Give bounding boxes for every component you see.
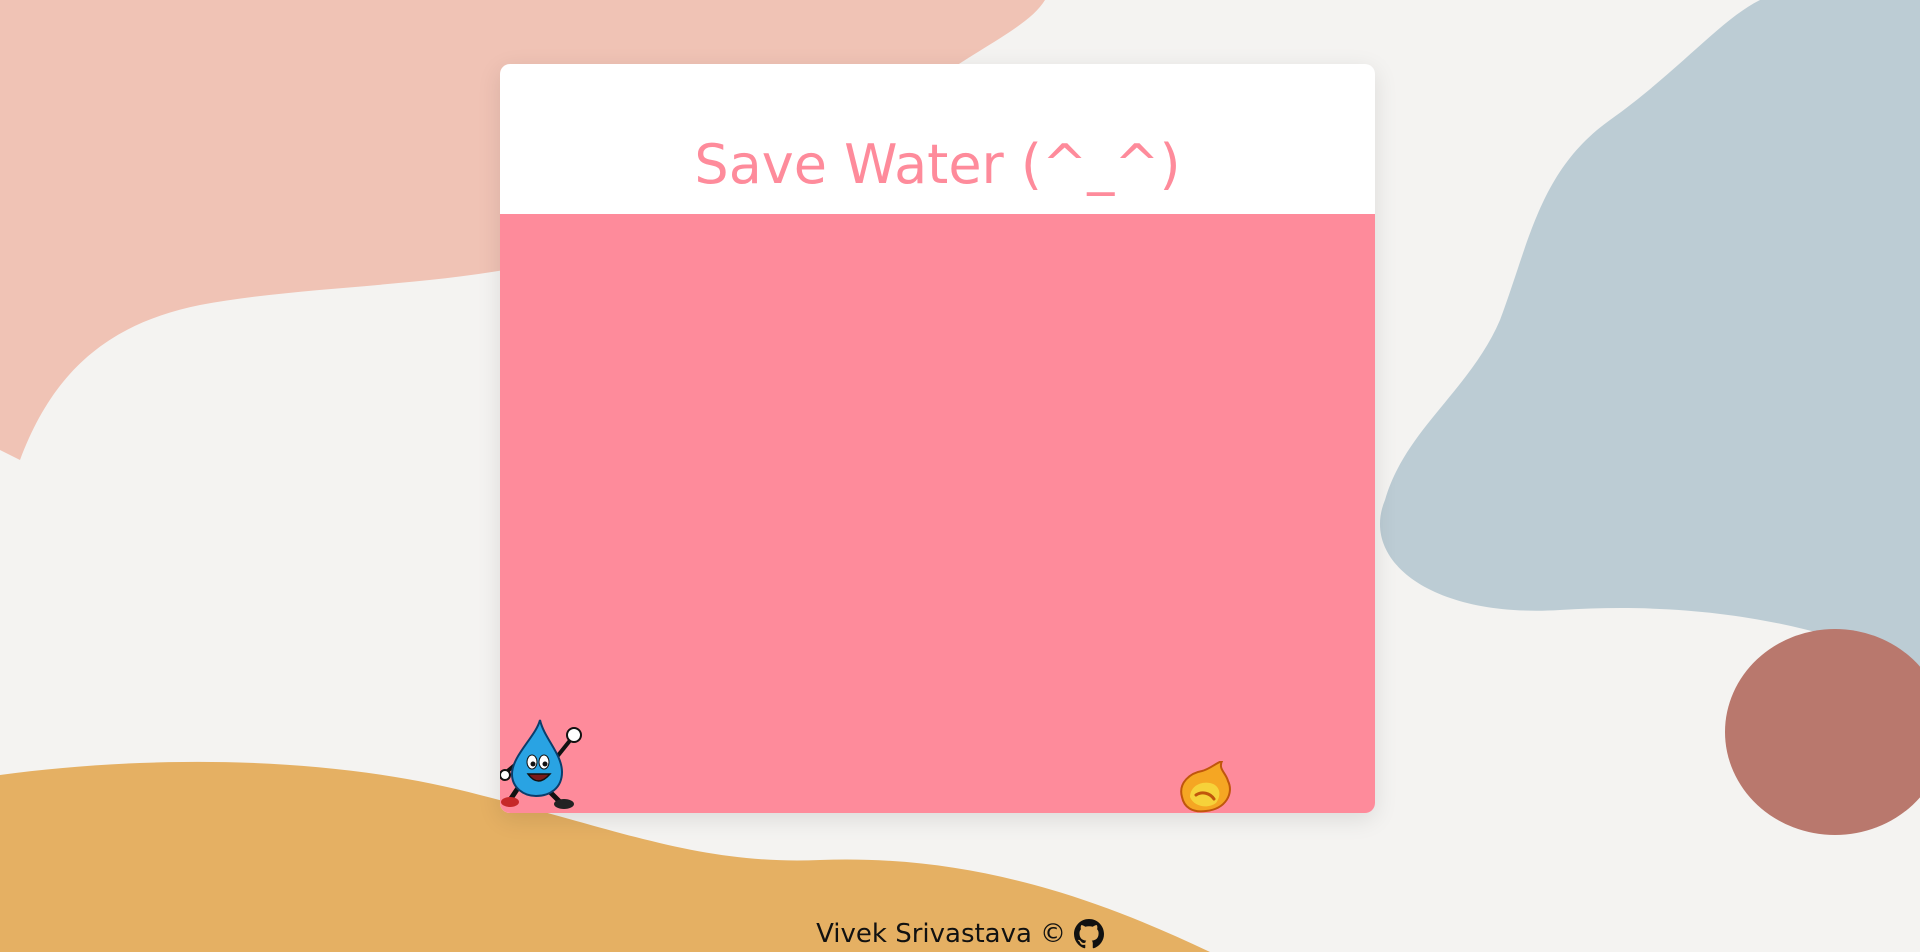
card-header: Save Water (^_^): [500, 64, 1375, 214]
author-name: Vivek Srivastava: [816, 919, 1032, 949]
brown-blob: [1725, 629, 1920, 835]
footer: Vivek Srivastava ©: [0, 916, 1920, 952]
game-card: Save Water (^_^): [500, 64, 1375, 813]
github-icon[interactable]: [1073, 919, 1104, 949]
fireball-icon: [1180, 761, 1231, 813]
water-drop-character-icon[interactable]: [500, 718, 590, 813]
copyright-symbol: ©: [1039, 919, 1066, 949]
blue-blob: [1379, 0, 1920, 668]
game-area[interactable]: [500, 214, 1375, 813]
game-title: Save Water (^_^): [694, 133, 1181, 196]
